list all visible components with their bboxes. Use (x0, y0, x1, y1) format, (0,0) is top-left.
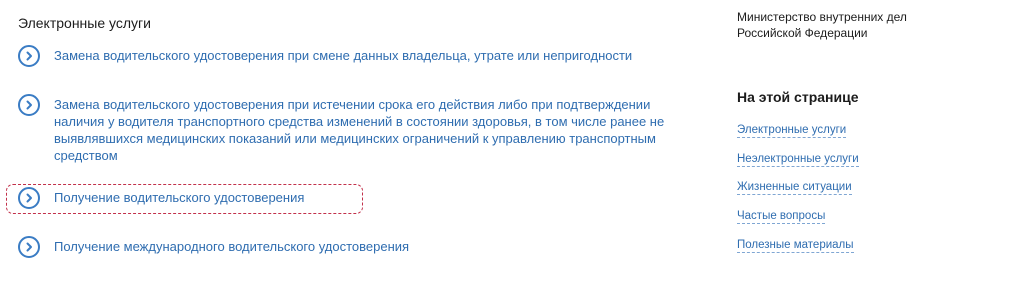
chevron-right-circle-icon (18, 45, 40, 67)
services-section: Электронные услуги Замена водительского … (0, 0, 720, 285)
service-label: Получение международного водительского у… (54, 239, 410, 254)
page: Электронные услуги Замена водительского … (0, 0, 1025, 285)
service-link-replace-license-expiry[interactable]: Замена водительского удостоверения при и… (18, 94, 674, 164)
on-this-page-title: На этой странице (737, 89, 859, 105)
service-link-obtain-license[interactable]: Получение водительского удостоверения (18, 187, 304, 209)
anchor-link-useful-materials[interactable]: Полезные материалы (737, 238, 854, 253)
chevron-right-circle-icon (18, 236, 40, 258)
sidebar: Министерство внутренних дел Российской Ф… (737, 0, 1007, 285)
chevron-right-circle-icon (18, 187, 40, 209)
service-link-obtain-international-license[interactable]: Получение международного водительского у… (18, 236, 409, 258)
section-title: Электронные услуги (18, 15, 151, 31)
anchor-link-life-situations[interactable]: Жизненные ситуации (737, 180, 852, 195)
service-label: Получение водительского удостоверения (54, 190, 305, 205)
chevron-right-circle-icon (18, 94, 40, 116)
ministry-name: Министерство внутренних дел Российской Ф… (737, 10, 907, 40)
anchor-link-faq[interactable]: Частые вопросы (737, 209, 826, 224)
anchor-link-non-electronic-services[interactable]: Неэлектронные услуги (737, 152, 859, 167)
anchor-link-electronic-services[interactable]: Электронные услуги (737, 123, 847, 138)
service-label: Замена водительского удостоверения при с… (54, 48, 633, 63)
service-label: Замена водительского удостоверения при и… (54, 97, 665, 163)
service-link-replace-license-data-change[interactable]: Замена водительского удостоверения при с… (18, 45, 674, 67)
